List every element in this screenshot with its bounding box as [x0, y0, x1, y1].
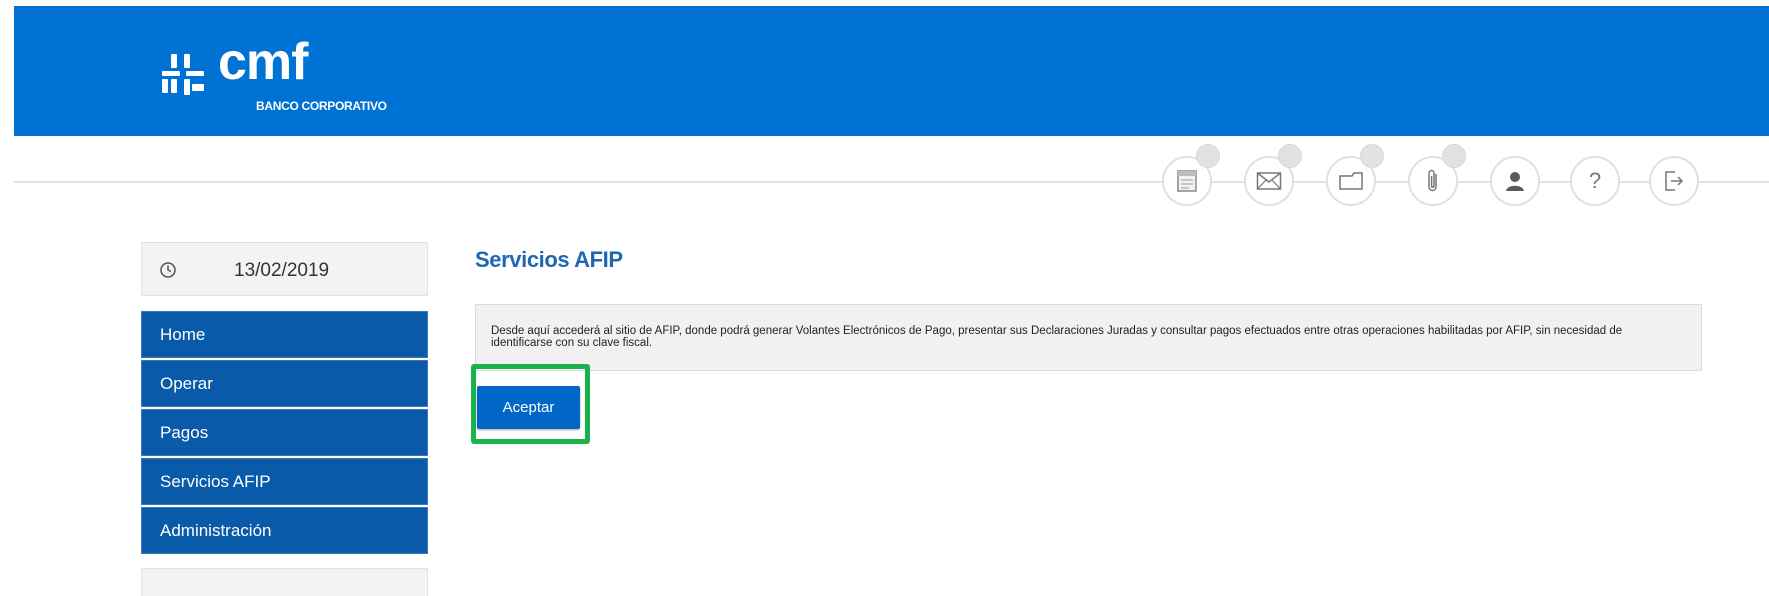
notification-badge: [1360, 144, 1384, 168]
brand-name: cmf: [218, 33, 308, 91]
attachment-icon: [1428, 169, 1437, 192]
logout-icon: [1665, 171, 1684, 191]
sidebar-item-servicios-afip[interactable]: Servicios AFIP: [141, 458, 428, 505]
cmf-logo-mark-icon: [162, 54, 204, 95]
page-title: Servicios AFIP: [475, 247, 623, 272]
notification-badge: [1278, 144, 1302, 168]
sidebar-item-home[interactable]: Home: [141, 311, 428, 358]
calendar-icon: [1177, 170, 1197, 192]
help-icon: ?: [1588, 168, 1602, 193]
notification-badge: [1196, 144, 1220, 168]
notification-badge: [1442, 144, 1466, 168]
folder-icon-button[interactable]: [1326, 144, 1384, 206]
info-description: Desde aquí accederá al sitio de AFIP, do…: [491, 325, 1623, 349]
folder-icon: [1339, 172, 1363, 190]
page: cmf BANCO CORPORATIVO ? 13/02/2019 Home …: [0, 0, 1769, 596]
calendar-icon-button[interactable]: [1162, 144, 1220, 206]
sidebar-item-administracion[interactable]: Administración: [141, 507, 428, 554]
mail-icon: [1256, 172, 1282, 190]
user-icon-button[interactable]: [1490, 156, 1540, 206]
sidebar-nav: Home Operar Pagos Servicios AFIP Adminis…: [141, 311, 428, 556]
sidebar-item-operar[interactable]: Operar: [141, 360, 428, 407]
sidebar-bottom-panel: [141, 568, 428, 596]
date-panel: 13/02/2019: [141, 242, 428, 296]
attachment-icon-button[interactable]: [1408, 144, 1466, 206]
brand-subtitle: BANCO CORPORATIVO: [256, 99, 387, 113]
header-bar: cmf BANCO CORPORATIVO: [14, 6, 1769, 136]
accept-button[interactable]: Aceptar: [477, 386, 580, 429]
sidebar-item-pagos[interactable]: Pagos: [141, 409, 428, 456]
logout-icon-button[interactable]: [1649, 156, 1699, 206]
current-date: 13/02/2019: [234, 260, 330, 281]
clock-icon: [160, 262, 176, 278]
info-panel: Desde aquí accederá al sitio de AFIP, do…: [475, 304, 1702, 371]
user-icon: [1506, 172, 1524, 191]
mail-icon-button[interactable]: [1244, 144, 1302, 206]
help-icon-button[interactable]: ?: [1570, 156, 1620, 206]
